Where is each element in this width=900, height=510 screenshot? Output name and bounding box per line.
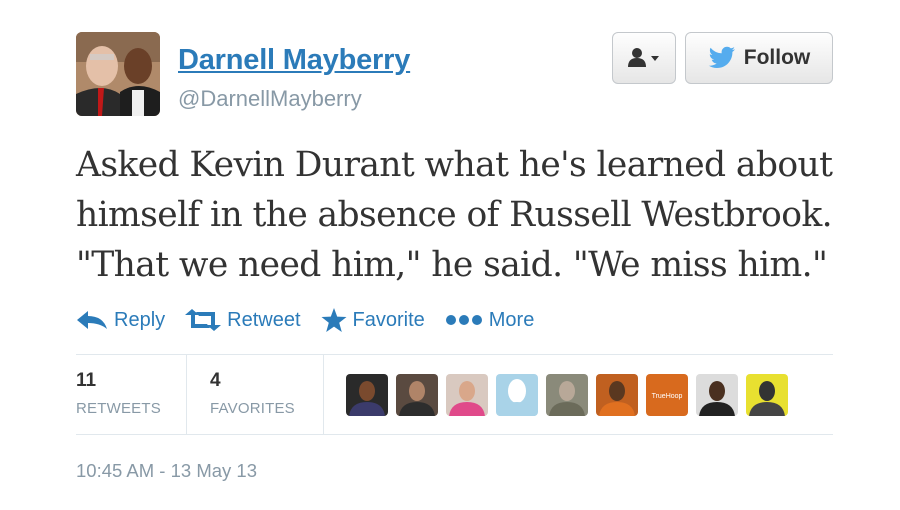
favoriter-avatar[interactable] bbox=[696, 374, 738, 416]
avatar-image bbox=[696, 374, 738, 416]
more-label: More bbox=[488, 308, 535, 331]
tweet-line: Asked Kevin Durant what he's learned abo… bbox=[76, 145, 833, 185]
twitter-bird-icon bbox=[708, 46, 735, 68]
tweet-line: himself in the absence of Russell Westbr… bbox=[76, 195, 833, 235]
favorite-label: Favorite bbox=[352, 308, 425, 331]
reply-action[interactable]: Reply bbox=[76, 309, 165, 332]
user-actions-button[interactable] bbox=[612, 32, 676, 84]
avatar-image: TrueHoop bbox=[646, 374, 688, 416]
favoriter-avatar[interactable] bbox=[546, 374, 588, 416]
tweet-line: "That we need him," he said. "We miss hi… bbox=[76, 245, 828, 285]
retweets-label: RETWEETS bbox=[76, 400, 161, 417]
tweet-text: Asked Kevin Durant what he's learned abo… bbox=[76, 140, 866, 290]
favorites-stat[interactable]: 4 FAVORITES bbox=[210, 354, 322, 434]
divider bbox=[76, 434, 833, 435]
avatar-image bbox=[596, 374, 638, 416]
avatar-image bbox=[396, 374, 438, 416]
favoriter-avatar[interactable] bbox=[346, 374, 388, 416]
avatar-image bbox=[446, 374, 488, 416]
user-dropdown-icon bbox=[628, 48, 659, 67]
favoriter-avatar[interactable] bbox=[746, 374, 788, 416]
retweet-action[interactable]: Retweet bbox=[185, 308, 301, 332]
favorites-label: FAVORITES bbox=[210, 400, 295, 417]
avatar-image bbox=[546, 374, 588, 416]
reply-label: Reply bbox=[114, 308, 166, 331]
reply-icon bbox=[77, 311, 107, 329]
profile-photo bbox=[76, 32, 160, 116]
avatar-text: TrueHoop bbox=[652, 393, 683, 400]
favoriter-avatar[interactable] bbox=[596, 374, 638, 416]
favorites-count: 4 bbox=[210, 370, 221, 391]
tweet-header: Darnell Mayberry @DarnellMayberry Follow bbox=[76, 32, 836, 122]
retweet-icon bbox=[185, 309, 222, 331]
favoriter-avatar[interactable] bbox=[396, 374, 438, 416]
favorite-action[interactable]: Favorite bbox=[321, 308, 425, 332]
retweets-count: 11 bbox=[76, 370, 97, 391]
display-name[interactable]: Darnell Mayberry bbox=[178, 44, 410, 77]
avatar-image bbox=[496, 374, 538, 416]
stats-separator bbox=[323, 354, 324, 434]
retweet-label: Retweet bbox=[227, 308, 301, 331]
retweets-stat[interactable]: 11 RETWEETS bbox=[76, 354, 186, 434]
favoriter-avatar[interactable] bbox=[496, 374, 538, 416]
more-action[interactable]: More bbox=[445, 308, 535, 332]
avatar-image bbox=[746, 374, 788, 416]
tweet-stats: 11 RETWEETS 4 FAVORITES TrueHoop bbox=[76, 354, 833, 434]
favoriter-avatar[interactable]: TrueHoop bbox=[646, 374, 688, 416]
follow-button[interactable]: Follow bbox=[685, 32, 833, 84]
user-handle: @DarnellMayberry bbox=[178, 86, 362, 111]
tweet-actions: Reply Retweet Favorite More bbox=[76, 303, 554, 337]
star-icon bbox=[321, 308, 347, 332]
avatar-image bbox=[346, 374, 388, 416]
follow-label: Follow bbox=[743, 46, 811, 69]
tweet-timestamp[interactable]: 10:45 AM - 13 May 13 bbox=[76, 460, 257, 482]
stats-separator bbox=[186, 354, 187, 434]
favoriter-avatar[interactable] bbox=[446, 374, 488, 416]
more-dots-icon bbox=[445, 315, 482, 325]
favoriter-avatars: TrueHoop bbox=[346, 374, 796, 416]
avatar[interactable] bbox=[76, 32, 160, 116]
